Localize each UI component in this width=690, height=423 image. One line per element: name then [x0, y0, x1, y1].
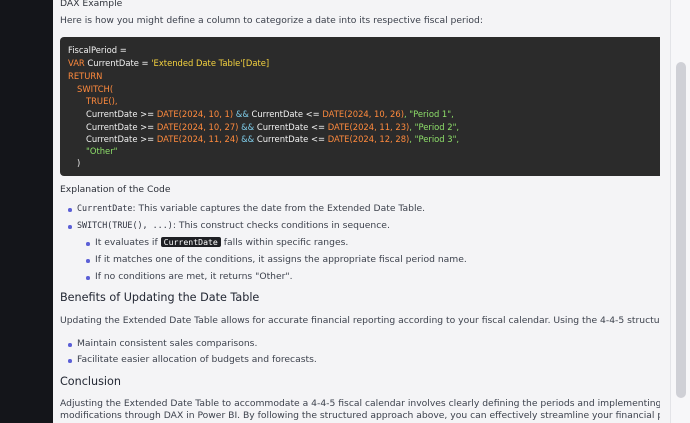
article-content: DAX Example Here is how you might define…: [60, 0, 660, 423]
bullet-dot: [86, 276, 90, 280]
list-item: If it matches one of the conditions, it …: [95, 254, 467, 265]
bullet-dot: [68, 208, 72, 212]
code-line: TRUE(),: [86, 96, 118, 106]
list-item: Maintain consistent sales comparisons.: [77, 338, 258, 349]
code-block[interactable]: FiscalPeriod = VAR CurrentDate = 'Extend…: [60, 37, 660, 176]
section-heading-dax-example: DAX Example: [60, 0, 123, 9]
conclusion-paragraph-line: Adjusting the Extended Date Table to acc…: [60, 398, 660, 409]
benefits-paragraph: Updating the Extended Date Table allows …: [60, 315, 660, 326]
benefits-heading: Benefits of Updating the Date Table: [60, 291, 260, 304]
bullet-dot: [68, 343, 72, 347]
left-sidebar: [0, 0, 53, 423]
scrollbar-thumb[interactable]: [676, 62, 686, 398]
bullet-dot: [86, 259, 90, 263]
code-line: VAR CurrentDate = 'Extended Date Table'[…: [68, 58, 270, 68]
code-line: CurrentDate >= DATE(2024, 10, 27) && Cur…: [86, 122, 460, 132]
code-line: CurrentDate >= DATE(2024, 11, 24) && Cur…: [86, 134, 460, 144]
list-item: CurrentDate: This variable captures the …: [77, 203, 426, 214]
bullet-dot: [68, 359, 72, 363]
bullet-dot: [86, 242, 90, 246]
conclusion-paragraph-line: modifications through DAX in Power BI. B…: [60, 410, 660, 421]
intro-paragraph: Here is how you might define a column to…: [60, 15, 483, 26]
list-item: SWITCH(TRUE(), ...): This construct chec…: [77, 220, 390, 231]
code-line: ): [77, 158, 81, 168]
list-item: It evaluates if CurrentDate falls within…: [95, 237, 349, 248]
code-line: FiscalPeriod =: [68, 45, 127, 55]
list-item: If no conditions are met, it returns "Ot…: [95, 271, 293, 282]
explanation-heading: Explanation of the Code: [60, 184, 171, 195]
list-item: Facilitate easier allocation of budgets …: [77, 354, 317, 365]
conclusion-heading: Conclusion: [60, 375, 121, 388]
code-line: "Other": [86, 146, 118, 156]
bullet-dot: [68, 225, 72, 229]
code-line: CurrentDate >= DATE(2024, 10, 1) && Curr…: [86, 109, 454, 119]
code-line: RETURN: [68, 71, 103, 81]
code-line: SWITCH(: [77, 84, 114, 94]
